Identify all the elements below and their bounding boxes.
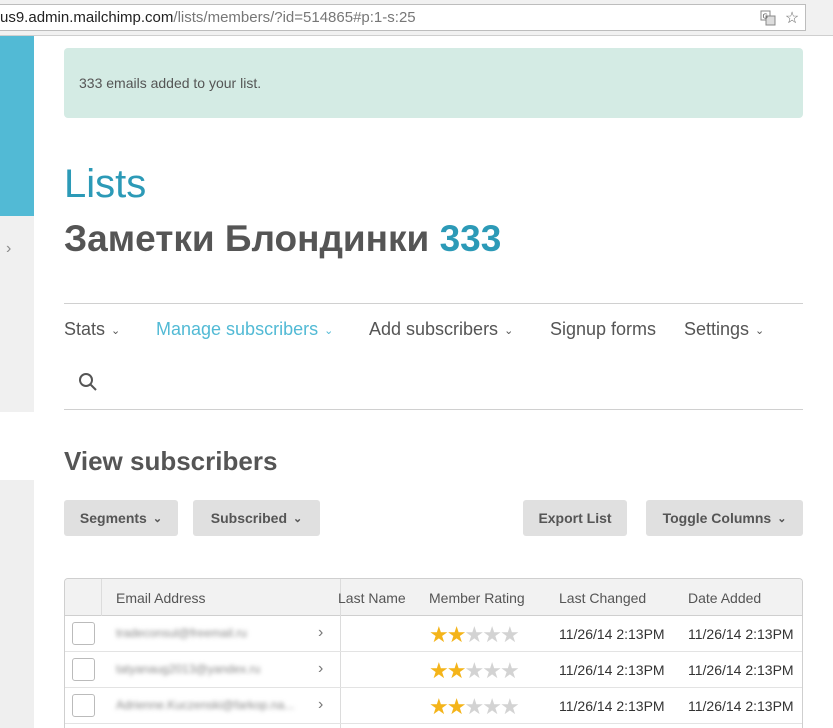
- nav-item-add-subscribers[interactable]: Add subscribers ⌄: [369, 319, 513, 340]
- star-filled-icon: ★: [429, 622, 449, 647]
- segments-button[interactable]: Segments ⌄: [64, 500, 178, 536]
- email-cell[interactable]: tradeconsul@freemail.ru: [116, 626, 316, 640]
- star-empty-icon: ★: [464, 694, 484, 719]
- column-last-changed[interactable]: Last Changed: [559, 590, 646, 606]
- star-empty-icon: ★: [482, 622, 502, 647]
- star-filled-icon: ★: [446, 622, 467, 647]
- segments-label: Segments: [79, 510, 147, 526]
- star-filled-icon: ★: [446, 694, 467, 719]
- browser-address-bar: us9.admin.mailchimp.com/lists/members/?i…: [0, 0, 833, 36]
- search-icon[interactable]: [78, 372, 98, 392]
- chevron-right-icon[interactable]: ›: [318, 660, 323, 678]
- star-bookmark-icon[interactable]: ☆: [783, 9, 801, 27]
- nav-item-label: Add subscribers: [369, 319, 499, 339]
- export-list-label: Export List: [538, 510, 612, 526]
- toggle-columns-label: Toggle Columns: [662, 510, 772, 526]
- row-checkbox[interactable]: [72, 658, 95, 681]
- star-empty-icon: ★: [499, 658, 520, 683]
- page-title[interactable]: Lists: [64, 162, 146, 207]
- nav-item-label: Signup forms: [550, 319, 657, 339]
- chevron-right-icon[interactable]: ›: [318, 624, 323, 642]
- section-title: View subscribers: [64, 446, 278, 476]
- chevron-down-icon: ⌄: [504, 325, 514, 337]
- nav-item-settings[interactable]: Settings ⌄: [684, 319, 764, 340]
- chevron-down-icon: ⌄: [152, 512, 163, 525]
- chevron-down-icon: ⌄: [111, 325, 121, 337]
- nav-item-label: Manage subscribers: [156, 319, 319, 339]
- chevron-down-icon: ⌄: [755, 325, 765, 337]
- member-rating-stars: ★★★★★: [429, 694, 520, 720]
- last-changed-cell: 11/26/14 2:13PM: [559, 626, 665, 642]
- main-content: 333 emails added to your list. Lists Зам…: [64, 36, 803, 728]
- star-empty-icon: ★: [464, 622, 484, 647]
- success-notice: 333 emails added to your list.: [64, 48, 803, 118]
- star-empty-icon: ★: [482, 694, 502, 719]
- row-checkbox[interactable]: [72, 622, 95, 645]
- toggle-columns-button[interactable]: Toggle Columns ⌄: [646, 500, 803, 536]
- translate-icon[interactable]: G: [759, 9, 777, 27]
- url-path: /lists/members/?id=514865#p:1-s:25: [173, 9, 416, 26]
- export-list-button[interactable]: Export List: [523, 500, 627, 536]
- table-header: Email Address Last Name Member Rating La…: [65, 579, 802, 728]
- chevron-down-icon: ⌄: [324, 325, 334, 337]
- nav-item-label: Stats: [64, 319, 106, 339]
- column-last-name[interactable]: Last Name: [338, 590, 406, 606]
- email-cell[interactable]: tatyanaug2013@yandex.ru: [116, 662, 316, 676]
- subscribers-table: Email Address Last Name Member Rating La…: [64, 578, 803, 728]
- date-added-cell: 11/26/14 2:13PM: [688, 626, 794, 642]
- star-empty-icon: ★: [499, 622, 520, 647]
- last-changed-cell: 11/26/14 2:13PM: [559, 698, 665, 714]
- list-name: Заметки Блондинки: [64, 218, 430, 259]
- row-checkbox[interactable]: [72, 694, 95, 717]
- nav-divider-top: [64, 303, 803, 304]
- svg-text:G: G: [763, 13, 768, 21]
- column-date-added[interactable]: Date Added: [688, 590, 761, 606]
- notice-text: 333 emails added to your list.: [79, 75, 262, 91]
- url-text[interactable]: us9.admin.mailchimp.com/lists/members/?i…: [0, 9, 416, 26]
- column-divider: [101, 579, 102, 616]
- chevron-down-icon: ⌄: [777, 512, 787, 525]
- table-row[interactable]: Adrienne.Kuczenski@farkop.na... › ★★★★★ 11/…: [65, 688, 802, 724]
- left-rail-active-panel: [0, 36, 34, 216]
- left-rail-gap: [0, 412, 34, 480]
- nav-item-label: Settings: [684, 319, 750, 339]
- star-filled-icon: ★: [446, 658, 467, 683]
- chevron-right-icon[interactable]: ›: [318, 696, 323, 714]
- star-empty-icon: ★: [499, 694, 520, 719]
- url-host: us9.admin.mailchimp.com: [0, 9, 174, 26]
- url-field[interactable]: us9.admin.mailchimp.com/lists/members/?i…: [0, 4, 806, 31]
- nav-item-stats[interactable]: Stats ⌄: [64, 319, 120, 340]
- nav-divider-bottom: [64, 409, 803, 410]
- member-rating-stars: ★★★★★: [429, 622, 520, 648]
- star-empty-icon: ★: [482, 658, 502, 683]
- nav-item-manage-subscribers[interactable]: Manage subscribers ⌄: [156, 319, 333, 340]
- chevron-down-icon: ⌄: [293, 512, 303, 525]
- date-added-cell: 11/26/14 2:13PM: [688, 662, 794, 678]
- star-filled-icon: ★: [429, 658, 449, 683]
- subscribed-label: Subscribed: [210, 510, 288, 526]
- subscribed-button[interactable]: Subscribed ⌄: [193, 500, 320, 536]
- list-count: 333: [439, 218, 502, 259]
- star-filled-icon: ★: [429, 694, 449, 719]
- email-cell[interactable]: Adrienne.Kuczenski@farkop.na...: [116, 698, 316, 712]
- list-name-heading: Заметки Блондинки 333: [64, 218, 501, 260]
- column-email-address[interactable]: Email Address: [116, 590, 205, 606]
- last-changed-cell: 11/26/14 2:13PM: [559, 662, 665, 678]
- expand-chevron-icon[interactable]: ›: [6, 240, 11, 258]
- nav-item-signup-forms[interactable]: Signup forms: [550, 319, 656, 340]
- column-member-rating[interactable]: Member Rating: [429, 590, 525, 606]
- table-row[interactable]: tatyanaug2013@yandex.ru › ★★★★★ 11/26/14 2:…: [65, 652, 802, 688]
- member-rating-stars: ★★★★★: [429, 658, 520, 684]
- star-empty-icon: ★: [464, 658, 484, 683]
- date-added-cell: 11/26/14 2:13PM: [688, 698, 794, 714]
- table-row[interactable]: tradeconsul@freemail.ru › ★★★★★ 11/26/14 2:…: [65, 616, 802, 652]
